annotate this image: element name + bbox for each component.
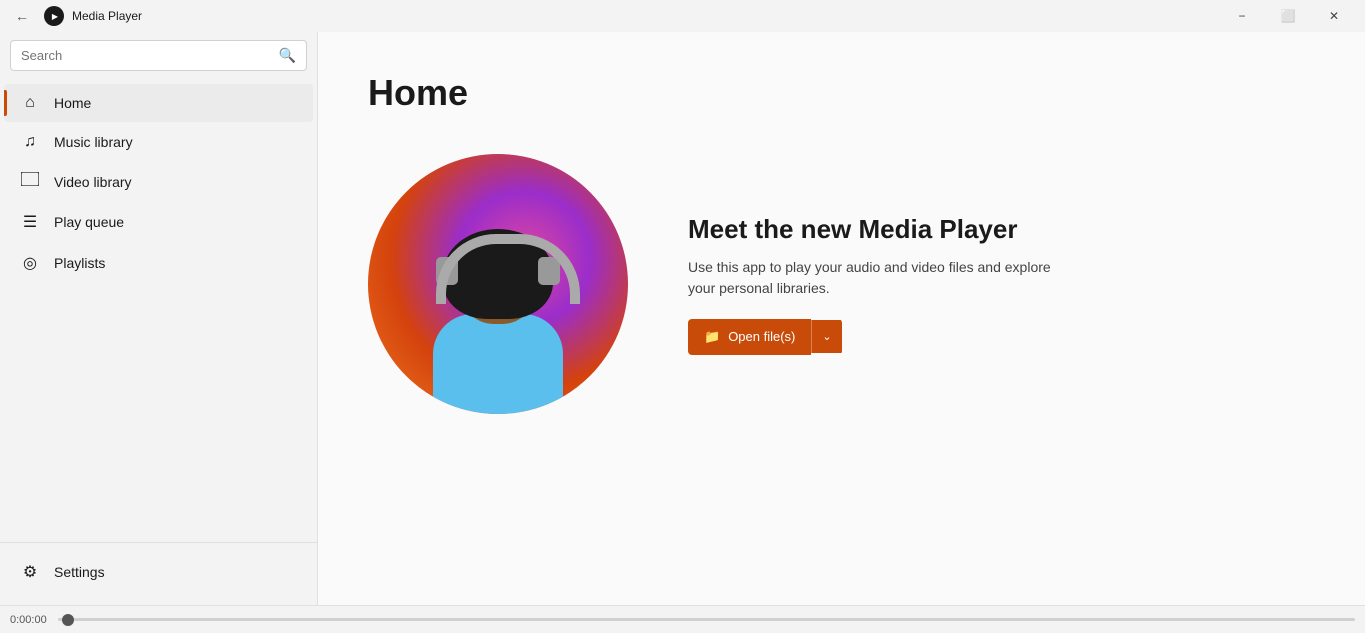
music-icon: ♫ <box>20 133 40 151</box>
progress-bar-area: 0:00:00 <box>0 605 1365 633</box>
video-icon <box>20 172 40 191</box>
settings-label: Settings <box>54 564 105 580</box>
app-body: 🔍 ⌂ Home ♫ Music library Video library <box>0 32 1365 605</box>
sidebar: 🔍 ⌂ Home ♫ Music library Video library <box>0 32 318 605</box>
sidebar-item-video-label: Video library <box>54 174 132 190</box>
open-files-dropdown-button[interactable]: ⌄ <box>811 320 841 353</box>
open-files-button-group: 📁 Open file(s) ⌄ <box>688 319 842 355</box>
search-input[interactable] <box>21 48 271 63</box>
queue-icon: ☰ <box>20 212 40 232</box>
sidebar-item-music-label: Music library <box>54 134 133 150</box>
sidebar-item-queue-label: Play queue <box>54 214 124 230</box>
nav-items: ⌂ Home ♫ Music library Video library ☰ P… <box>0 79 317 542</box>
playlist-icon: ◎ <box>20 253 40 273</box>
close-button[interactable]: ✕ <box>1311 0 1357 32</box>
folder-icon: 📁 <box>704 329 720 345</box>
person-head <box>458 239 538 324</box>
progress-track[interactable] <box>58 618 1355 621</box>
current-time: 0:00:00 <box>10 614 50 626</box>
search-box[interactable]: 🔍 <box>10 40 307 71</box>
window-controls: − ⬜ ✕ <box>1219 0 1357 32</box>
home-headline: Meet the new Media Player <box>688 214 1068 245</box>
open-files-label: Open file(s) <box>728 329 795 344</box>
app-logo-icon <box>44 6 64 26</box>
headphone-right-icon <box>538 257 560 285</box>
sidebar-item-music-library[interactable]: ♫ Music library <box>4 123 313 161</box>
sidebar-item-playlists[interactable]: ◎ Playlists <box>4 243 313 283</box>
headphone-left-icon <box>436 257 458 285</box>
search-icon: 🔍 <box>279 47 296 64</box>
sidebar-item-playlists-label: Playlists <box>54 255 105 271</box>
open-files-main-button[interactable]: 📁 Open file(s) <box>688 319 811 355</box>
page-title: Home <box>368 72 1315 114</box>
home-subtext: Use this app to play your audio and vide… <box>688 257 1068 299</box>
sidebar-item-play-queue[interactable]: ☰ Play queue <box>4 202 313 242</box>
back-button[interactable]: ← <box>8 2 36 30</box>
avatar-illustration <box>368 154 628 414</box>
sidebar-item-home[interactable]: ⌂ Home <box>4 84 313 122</box>
settings-icon: ⚙ <box>20 562 40 582</box>
progress-thumb[interactable] <box>62 614 74 626</box>
home-text-area: Meet the new Media Player Use this app t… <box>688 214 1068 355</box>
sidebar-bottom: ⚙ Settings <box>0 542 317 605</box>
home-card: Meet the new Media Player Use this app t… <box>368 154 1315 414</box>
maximize-button[interactable]: ⬜ <box>1265 0 1311 32</box>
person-figure <box>433 239 563 414</box>
main-content: Home Meet the new Media Player Use this … <box>318 32 1365 605</box>
home-icon: ⌂ <box>20 94 40 112</box>
settings-item[interactable]: ⚙ Settings <box>4 552 313 592</box>
sidebar-item-video-library[interactable]: Video library <box>4 162 313 201</box>
app-title: Media Player <box>72 9 142 23</box>
person-body <box>433 314 563 414</box>
sidebar-item-home-label: Home <box>54 95 91 111</box>
title-bar: ← Media Player − ⬜ ✕ <box>0 0 1365 32</box>
minimize-button[interactable]: − <box>1219 0 1265 32</box>
